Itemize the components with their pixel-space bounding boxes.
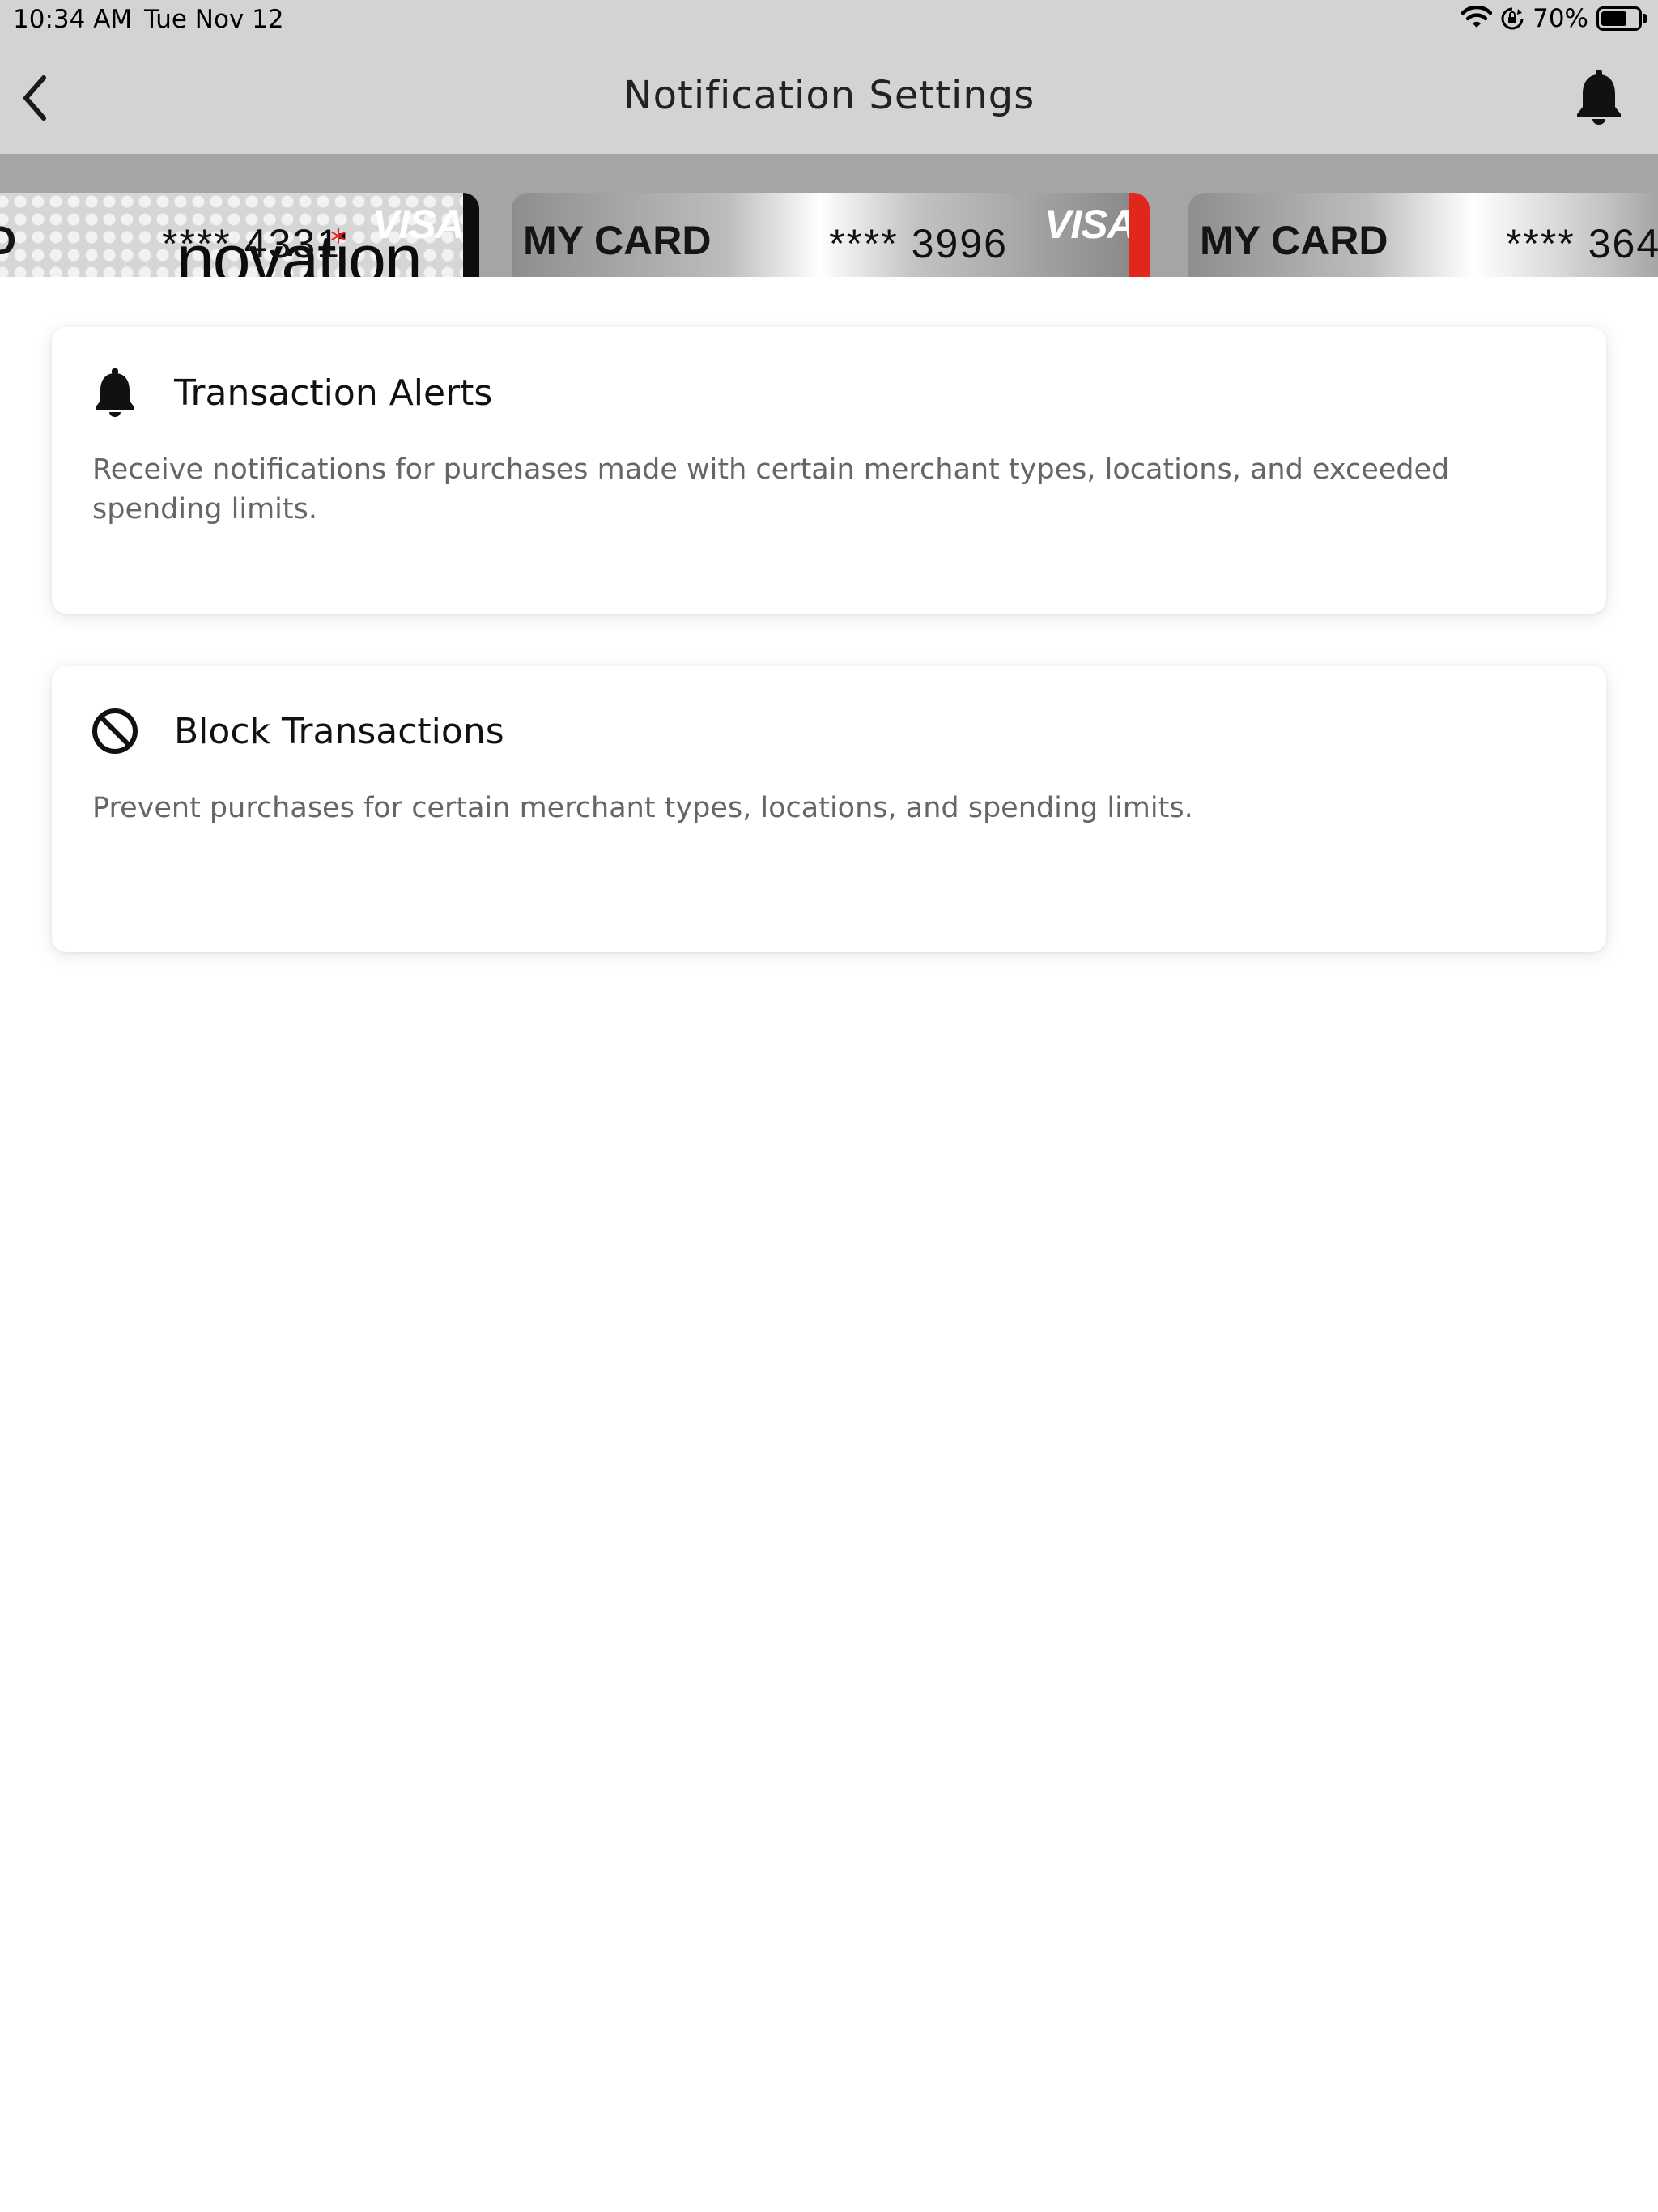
card-item[interactable]: MY CARD **** 3996 VISA — [512, 193, 1150, 277]
battery-percent: 70% — [1533, 4, 1588, 33]
page-title: Notification Settings — [623, 73, 1035, 118]
bell-icon[interactable] — [1572, 68, 1626, 126]
card-label: D — [0, 217, 16, 264]
battery-level-fill — [1601, 11, 1626, 26]
block-icon — [92, 708, 138, 754]
card-item[interactable]: D novation * **** 4331 VISA — [0, 193, 479, 277]
bell-icon — [96, 368, 134, 417]
status-time: 10:34 AM — [13, 5, 133, 34]
card-label: MY CARD — [1200, 218, 1388, 263]
status-date: Tue Nov 12 — [144, 5, 284, 34]
option-title: Block Transactions — [174, 711, 504, 752]
battery-tip — [1643, 14, 1647, 23]
block-transactions-option[interactable]: Block Transactions Prevent purchases for… — [52, 666, 1606, 952]
option-description: Prevent purchases for certain merchant t… — [92, 792, 1193, 824]
card-number: **** 4331 — [162, 221, 341, 266]
battery-icon — [1596, 6, 1642, 31]
option-title: Transaction Alerts — [174, 372, 493, 414]
option-description: Receive notifications for purchases made… — [92, 453, 1450, 525]
navigation-bar: Notification Settings — [0, 42, 1658, 154]
wifi-icon — [1461, 6, 1493, 28]
card-number: **** 3996 — [829, 221, 1008, 266]
card-network: VISA — [372, 202, 464, 247]
status-bar: 10:34 AM Tue Nov 12 70% — [0, 0, 1658, 42]
card-network: VISA — [1044, 202, 1136, 247]
card-label: MY CARD — [523, 218, 712, 263]
status-indicators: 70% — [1461, 4, 1647, 33]
card-item[interactable]: MY CARD **** 364 — [1188, 193, 1658, 277]
card-number: **** 364 — [1506, 221, 1658, 266]
card-carousel[interactable]: D novation * **** 4331 VISA MY CARD ****… — [0, 154, 1658, 277]
lock-rotation-icon — [1501, 7, 1524, 30]
transaction-alerts-option[interactable]: Transaction Alerts Receive notifications… — [52, 327, 1606, 614]
